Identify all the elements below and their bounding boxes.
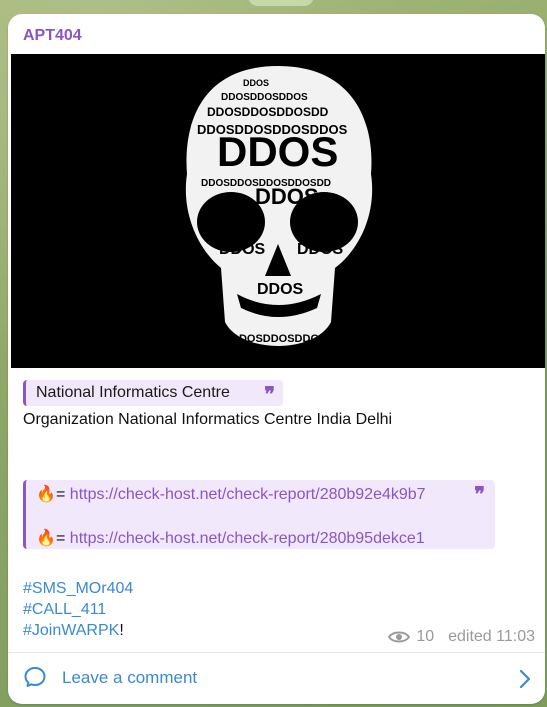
post-meta: 10 edited 11:03 [388, 628, 535, 646]
svg-text:DDOSDDOSDDOS: DDOSDDOSDDOS [221, 92, 308, 103]
link-row: 🔥= https://check-host.net/check-report/2… [36, 530, 425, 547]
svg-text:DDOS: DDOS [257, 281, 304, 298]
fire-icon: 🔥 [36, 530, 56, 547]
edited-time: edited 11:03 [448, 628, 535, 645]
channel-name[interactable]: APT404 [23, 27, 82, 45]
check-host-link[interactable]: https://check-host.net/check-report/280b… [70, 530, 425, 547]
quote-icon: ❞ [264, 384, 275, 406]
hashtag-link[interactable]: #CALL_411 [23, 599, 133, 620]
svg-text:DDOSDDOSDDOS: DDOSDDOSDDOS [231, 333, 326, 345]
view-count: 10 [416, 628, 435, 645]
reply-title: National Informatics Centre [36, 384, 230, 401]
link-row: 🔥= https://check-host.net/check-report/2… [36, 486, 426, 503]
scroll-indicator [248, 0, 314, 6]
fire-icon: 🔥 [36, 486, 56, 503]
hashtags: #SMS_MOr404 #CALL_411 #JoinWARPK! [23, 578, 134, 639]
chevron-right-icon [519, 669, 531, 689]
eye-icon [388, 631, 411, 643]
reply-quote[interactable]: National Informatics Centre ❞ [23, 380, 283, 406]
hashtag-link[interactable]: #JoinWARPK [23, 622, 119, 639]
links-quote: 🔥= https://check-host.net/check-report/2… [23, 480, 495, 549]
leave-comment-button[interactable]: Leave a comment [8, 653, 545, 704]
svg-text:DDOS: DDOS [219, 241, 266, 258]
post-image[interactable]: DDOS DDOSDDOSDDOS DDOSDDOSDDOSDD DDOSDDO… [11, 54, 545, 368]
organization-text: Organization National Informatics Centre… [23, 411, 393, 428]
svg-text:DDOS: DDOS [255, 184, 319, 209]
ddos-skull-image: DDOS DDOSDDOSDDOS DDOSDDOSDDOSDD DDOSDDO… [11, 54, 545, 368]
quote-icon: ❞ [474, 484, 485, 506]
channel-post: APT404 DDOS DDOSDDOSDDOS DDOSDDOSDDOSDD … [8, 14, 545, 704]
check-host-link[interactable]: https://check-host.net/check-report/280b… [70, 486, 426, 503]
svg-text:DDOS: DDOS [297, 241, 344, 258]
comment-icon [24, 667, 46, 687]
leave-comment-label: Leave a comment [62, 668, 198, 687]
svg-text:DDOSDDOSDDOSDD: DDOSDDOSDDOSDD [207, 105, 329, 119]
svg-text:DDOS: DDOS [243, 78, 269, 88]
hashtag-link[interactable]: #SMS_MOr404 [23, 578, 133, 599]
svg-text:DDOS: DDOS [217, 128, 338, 175]
